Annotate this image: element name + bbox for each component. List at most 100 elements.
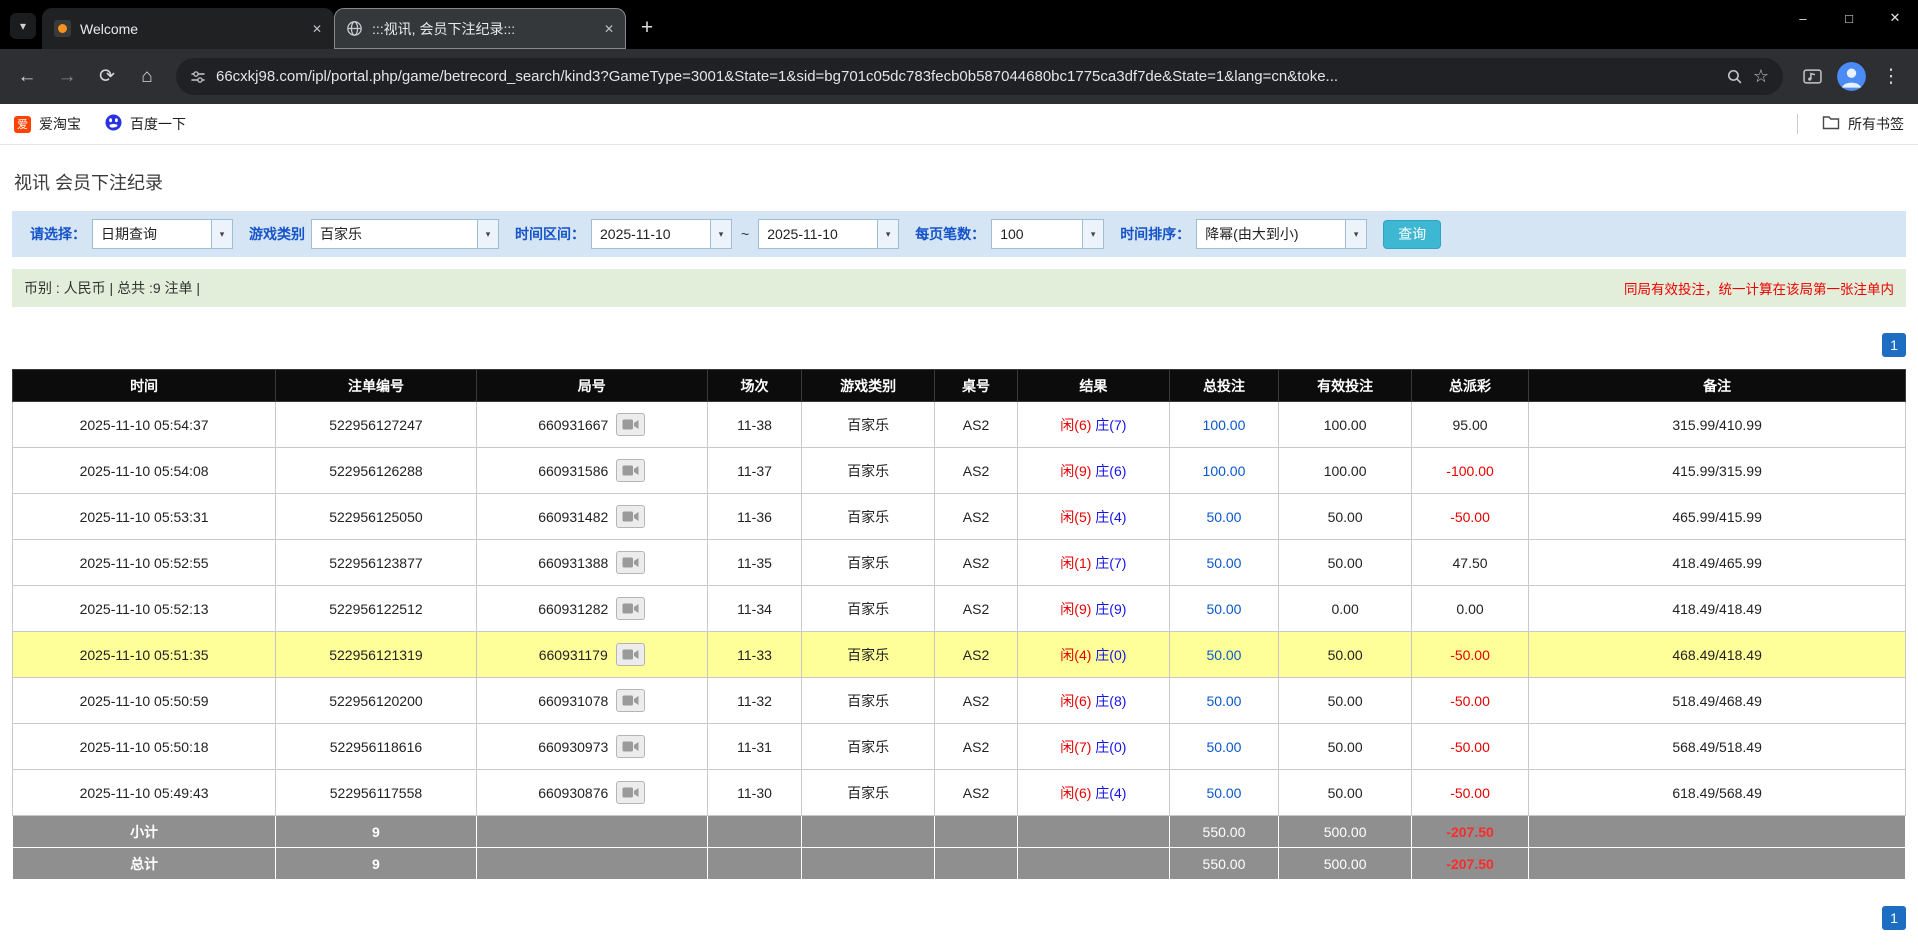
tab-betrecord[interactable]: :::视讯, 会员下注纪录::: ✕ <box>334 8 626 49</box>
game-type-select[interactable]: 百家乐 ▾ <box>311 219 499 249</box>
forward-button[interactable]: → <box>48 58 86 96</box>
cell-round-no: 660931388 <box>476 540 707 586</box>
result-player: 闲(4) <box>1060 647 1091 663</box>
home-button[interactable]: ⌂ <box>128 58 166 96</box>
address-bar[interactable]: 66cxkj98.com/ipl/portal.php/game/betreco… <box>176 58 1783 95</box>
cell-total-bet[interactable]: 100.00 <box>1169 448 1279 494</box>
close-button[interactable]: ✕ <box>1872 0 1918 36</box>
date-to-select[interactable]: 2025-11-10 ▾ <box>758 219 899 249</box>
all-bookmarks-button[interactable]: 所有书签 <box>1822 114 1904 134</box>
bet-row[interactable]: 2025-11-10 05:52:13522956122512660931282… <box>13 586 1906 632</box>
tab-close-icon[interactable]: ✕ <box>600 20 618 38</box>
video-replay-button[interactable] <box>616 689 645 712</box>
profile-avatar[interactable] <box>1837 62 1866 91</box>
reload-button[interactable]: ⟳ <box>88 58 126 96</box>
back-button[interactable]: ← <box>8 58 46 96</box>
bet-row[interactable]: 2025-11-10 05:54:37522956127247660931667… <box>13 402 1906 448</box>
media-controls-icon[interactable] <box>1793 58 1831 96</box>
bet-row[interactable]: 2025-11-10 05:50:59522956120200660931078… <box>13 678 1906 724</box>
bet-row[interactable]: 2025-11-10 05:49:43522956117558660930876… <box>13 770 1906 816</box>
zoom-icon[interactable] <box>1726 68 1743 85</box>
cell-session: 11-34 <box>707 586 802 632</box>
result-banker: 庄(4) <box>1095 785 1126 801</box>
video-replay-button[interactable] <box>616 551 645 574</box>
window-controls: – □ ✕ <box>1780 0 1918 36</box>
chevron-down-icon[interactable]: ▾ <box>477 220 498 248</box>
cell-table-no: AS2 <box>934 494 1017 540</box>
cell-time: 2025-11-10 05:54:08 <box>13 448 276 494</box>
cell-total-bet[interactable]: 50.00 <box>1169 770 1279 816</box>
bet-row[interactable]: 2025-11-10 05:52:55522956123877660931388… <box>13 540 1906 586</box>
col-game-type: 游戏类别 <box>802 370 935 402</box>
result-player: 闲(5) <box>1060 509 1091 525</box>
chevron-down-icon[interactable]: ▾ <box>1345 220 1366 248</box>
col-valid-bet: 有效投注 <box>1279 370 1412 402</box>
page-size-select[interactable]: 100 ▾ <box>991 219 1104 249</box>
tab-search-button[interactable]: ▾ <box>10 13 36 39</box>
cell-total-bet[interactable]: 50.00 <box>1169 540 1279 586</box>
bookmark-star-icon[interactable]: ☆ <box>1753 66 1769 87</box>
total-note <box>1529 848 1906 880</box>
video-replay-button[interactable] <box>616 643 645 666</box>
date-to-value: 2025-11-10 <box>759 226 877 242</box>
sort-select[interactable]: 降幂(由大到小) ▾ <box>1196 219 1367 249</box>
video-replay-button[interactable] <box>616 459 645 482</box>
result-player: 闲(6) <box>1060 785 1091 801</box>
bet-table-body: 2025-11-10 05:54:37522956127247660931667… <box>13 402 1906 880</box>
video-replay-button[interactable] <box>616 413 645 436</box>
welcome-favicon <box>54 20 71 37</box>
menu-dots-icon[interactable]: ⋮ <box>1872 58 1910 96</box>
cell-round-no: 660931282 <box>476 586 707 632</box>
video-replay-button[interactable] <box>616 505 645 528</box>
tab-close-icon[interactable]: ✕ <box>308 20 326 38</box>
query-type-select[interactable]: 日期查询 ▾ <box>92 219 233 249</box>
maximize-button[interactable]: □ <box>1826 0 1872 36</box>
all-bookmarks-label: 所有书签 <box>1848 114 1904 134</box>
date-from-select[interactable]: 2025-11-10 ▾ <box>591 219 732 249</box>
cell-total-bet[interactable]: 50.00 <box>1169 494 1279 540</box>
page-content: 视讯 会员下注纪录 请选择： 日期查询 ▾ 游戏类别 百家乐 ▾ 时间区间： 2… <box>0 169 1918 930</box>
bet-row[interactable]: 2025-11-10 05:53:31522956125050660931482… <box>13 494 1906 540</box>
cell-total-bet[interactable]: 50.00 <box>1169 586 1279 632</box>
result-player: 闲(7) <box>1060 739 1091 755</box>
cell-session: 11-30 <box>707 770 802 816</box>
game-type-value: 百家乐 <box>312 224 477 244</box>
cell-total-bet[interactable]: 50.00 <box>1169 632 1279 678</box>
sort-value: 降幂(由大到小) <box>1197 224 1345 244</box>
minimize-button[interactable]: – <box>1780 0 1826 36</box>
cell-game-type: 百家乐 <box>802 724 935 770</box>
cell-total-bet[interactable]: 50.00 <box>1169 724 1279 770</box>
tab-welcome[interactable]: Welcome ✕ <box>42 8 334 49</box>
cell-total-bet[interactable]: 50.00 <box>1169 678 1279 724</box>
site-info-icon[interactable] <box>190 69 206 85</box>
chevron-down-icon[interactable]: ▾ <box>1082 220 1103 248</box>
cell-table-no: AS2 <box>934 448 1017 494</box>
url-text[interactable]: 66cxkj98.com/ipl/portal.php/game/betreco… <box>216 68 1716 85</box>
video-replay-button[interactable] <box>616 597 645 620</box>
cell-result: 闲(1) 庄(7) <box>1018 540 1169 586</box>
cell-valid-bet: 100.00 <box>1279 402 1412 448</box>
video-replay-button[interactable] <box>616 735 645 758</box>
bet-row[interactable]: 2025-11-10 05:54:08522956126288660931586… <box>13 448 1906 494</box>
chevron-down-icon[interactable]: ▾ <box>211 220 232 248</box>
page-number-button[interactable]: 1 <box>1882 906 1906 930</box>
cell-note: 518.49/468.49 <box>1529 678 1906 724</box>
tab-strip: ▾ Welcome ✕ :::视讯, 会员下注纪录::: ✕ + – □ ✕ <box>0 0 1918 49</box>
cell-total-bet[interactable]: 100.00 <box>1169 402 1279 448</box>
bookmark-baidu[interactable]: 百度一下 <box>105 114 186 134</box>
bet-row[interactable]: 2025-11-10 05:51:35522956121319660931179… <box>13 632 1906 678</box>
new-tab-button[interactable]: + <box>632 13 662 43</box>
search-button[interactable]: 查询 <box>1383 220 1441 249</box>
result-player: 闲(6) <box>1060 693 1091 709</box>
bet-row[interactable]: 2025-11-10 05:50:18522956118616660930973… <box>13 724 1906 770</box>
cell-table-no: AS2 <box>934 678 1017 724</box>
bookmark-aitaobao[interactable]: 爱 爱淘宝 <box>14 114 81 134</box>
cell-bet-no: 522956125050 <box>276 494 477 540</box>
chevron-down-icon[interactable]: ▾ <box>877 220 898 248</box>
cell-note: 568.49/518.49 <box>1529 724 1906 770</box>
cell-result: 闲(4) 庄(0) <box>1018 632 1169 678</box>
date-range-label: 时间区间： <box>515 224 585 244</box>
page-number-button[interactable]: 1 <box>1882 333 1906 357</box>
chevron-down-icon[interactable]: ▾ <box>710 220 731 248</box>
video-replay-button[interactable] <box>616 781 645 804</box>
